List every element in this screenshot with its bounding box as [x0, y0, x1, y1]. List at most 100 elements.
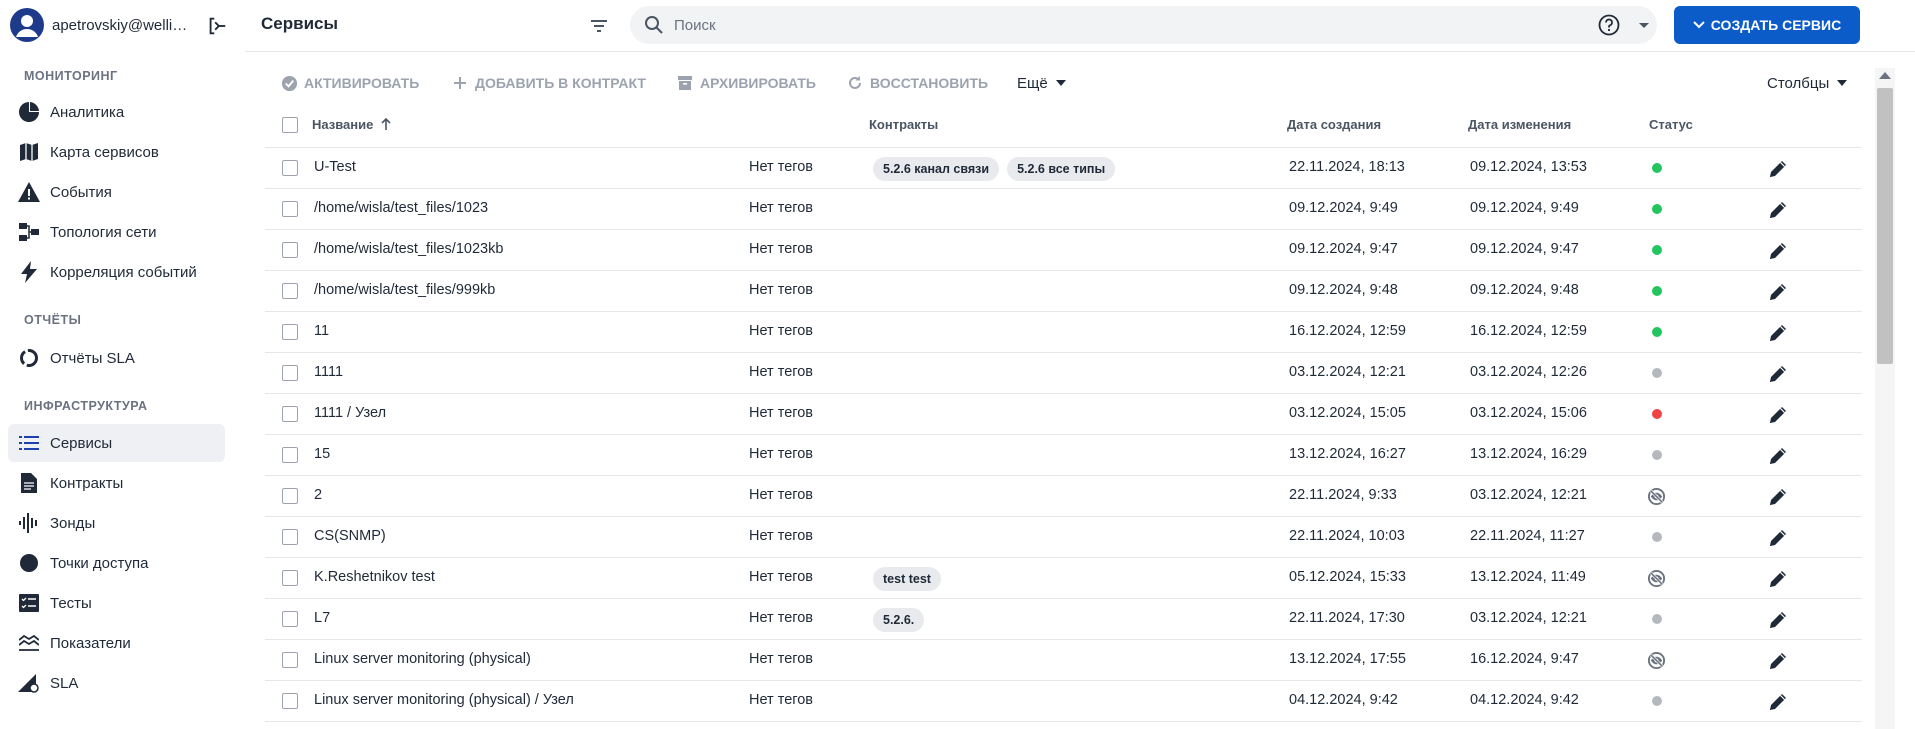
table-row[interactable]: /home/wisla/test_files/1023kb Нет тегов 09…	[265, 230, 1862, 271]
user-profile[interactable]: apetrovskiy@wellin...	[10, 8, 240, 42]
edit-pencil-icon[interactable]	[1767, 363, 1789, 385]
service-name[interactable]: 1111	[314, 364, 343, 380]
help-icon[interactable]	[1598, 14, 1620, 36]
row-checkbox[interactable]	[282, 324, 298, 340]
row-checkbox[interactable]	[282, 611, 298, 627]
table-row[interactable]: 2 Нет тегов 22.11.2024, 9:33 03.12.2024, 12…	[265, 476, 1862, 517]
sidebar-item-topology[interactable]: Топология сети	[8, 213, 225, 251]
service-name[interactable]: 2	[314, 487, 322, 503]
contract-chip[interactable]: 5.2.6 канал связи	[873, 157, 1000, 181]
avatar[interactable]	[10, 8, 44, 42]
column-header-modified[interactable]: Дата изменения	[1468, 117, 1571, 132]
logout-icon[interactable]	[206, 15, 228, 37]
columns-dropdown[interactable]: Столбцы	[1767, 68, 1848, 98]
sidebar-item-events[interactable]: События	[8, 173, 225, 211]
edit-pencil-icon[interactable]	[1767, 568, 1789, 590]
edit-pencil-icon[interactable]	[1767, 158, 1789, 180]
search-input[interactable]	[674, 12, 1574, 38]
service-name[interactable]: K.Reshetnikov test	[314, 569, 435, 585]
table-row[interactable]: L7 Нет тегов 5.2.6. 22.11.2024, 17:30 03.12.…	[265, 599, 1862, 640]
service-name[interactable]: /home/wisla/test_files/1023	[314, 200, 488, 216]
caret-down-icon	[1055, 80, 1066, 86]
sidebar-item-probes[interactable]: Зонды	[8, 504, 225, 542]
table-row[interactable]: 11 Нет тегов 16.12.2024, 12:59 16.12.2024, …	[265, 312, 1862, 353]
scrollbar-thumb[interactable]	[1877, 88, 1893, 364]
edit-pencil-icon[interactable]	[1767, 609, 1789, 631]
row-checkbox[interactable]	[282, 488, 298, 504]
edit-pencil-icon[interactable]	[1767, 445, 1789, 467]
sidebar-item-contracts[interactable]: Контракты	[8, 464, 225, 502]
sidebar-item-metrics[interactable]: Показатели	[8, 624, 225, 662]
column-header-created[interactable]: Дата создания	[1287, 117, 1381, 132]
row-checkbox[interactable]	[282, 406, 298, 422]
activate-button[interactable]: АКТИВИРОВАТЬ	[280, 68, 419, 98]
service-name[interactable]: 11	[314, 323, 329, 339]
row-checkbox[interactable]	[282, 365, 298, 381]
row-checkbox[interactable]	[282, 201, 298, 217]
service-name[interactable]: 15	[314, 446, 330, 462]
row-checkbox[interactable]	[282, 283, 298, 299]
table-row[interactable]: 1111 / Узел Нет тегов 03.12.2024, 15:05 03.…	[265, 394, 1862, 435]
table-row[interactable]: 1111 Нет тегов 03.12.2024, 12:21 03.12.2024…	[265, 353, 1862, 394]
column-header-name[interactable]: Название	[312, 117, 391, 133]
sidebar-item-services[interactable]: Сервисы	[8, 424, 225, 462]
sidebar-item-access-points[interactable]: Точки доступа	[8, 544, 225, 582]
edit-pencil-icon[interactable]	[1767, 322, 1789, 344]
sla-icon	[18, 672, 40, 694]
more-actions-dropdown[interactable]: Ещё	[1017, 68, 1066, 98]
column-header-contracts[interactable]: Контракты	[869, 117, 938, 132]
row-checkbox[interactable]	[282, 693, 298, 709]
edit-pencil-icon[interactable]	[1767, 240, 1789, 262]
service-name[interactable]: U-Test	[314, 159, 356, 175]
row-checkbox[interactable]	[282, 570, 298, 586]
edit-pencil-icon[interactable]	[1767, 527, 1789, 549]
service-name[interactable]: Linux server monitoring (physical) / Узе…	[314, 692, 574, 708]
service-name[interactable]: CS(SNMP)	[314, 528, 386, 544]
edit-pencil-icon[interactable]	[1767, 199, 1789, 221]
contract-chip[interactable]: 5.2.6 все типы	[1007, 157, 1116, 181]
row-checkbox[interactable]	[282, 652, 298, 668]
filter-icon[interactable]	[587, 14, 611, 38]
add-to-contract-button[interactable]: ДОБАВИТЬ В КОНТРАКТ	[451, 68, 646, 98]
sidebar-item-analytics[interactable]: Аналитика	[8, 93, 225, 131]
table-row[interactable]: K.Reshetnikov test Нет тегов test test 05.1…	[265, 558, 1862, 599]
row-checkbox[interactable]	[282, 447, 298, 463]
edit-pencil-icon[interactable]	[1767, 404, 1789, 426]
row-checkbox[interactable]	[282, 242, 298, 258]
archive-button[interactable]: АРХИВИРОВАТЬ	[676, 68, 816, 98]
table-row[interactable]: Linux server monitoring (physical) Нет те…	[265, 640, 1862, 681]
row-checkbox[interactable]	[282, 160, 298, 176]
table-row[interactable]: CS(SNMP) Нет тегов 22.11.2024, 10:03 22.11.…	[265, 517, 1862, 558]
create-service-button[interactable]: СОЗДАТЬ СЕРВИС	[1674, 6, 1860, 44]
table-row[interactable]: /home/wisla/test_files/1023 Нет тегов 09.1…	[265, 189, 1862, 230]
sidebar-item-sla-reports[interactable]: Отчёты SLA	[8, 339, 225, 377]
search-options-caret-icon[interactable]	[1634, 15, 1654, 35]
contract-chip[interactable]: test test	[873, 567, 941, 591]
restore-button[interactable]: ВОССТАНОВИТЬ	[846, 68, 988, 98]
sidebar-item-service-map[interactable]: Карта сервисов	[8, 133, 225, 171]
sidebar-item-event-correlation[interactable]: Корреляция событий	[8, 253, 225, 291]
column-header-status[interactable]: Статус	[1649, 117, 1693, 132]
sidebar-item-tests[interactable]: Тесты	[8, 584, 225, 622]
modified-date: 09.12.2024, 9:47	[1470, 241, 1579, 257]
row-checkbox[interactable]	[282, 529, 298, 545]
contract-chip[interactable]: 5.2.6.	[873, 608, 925, 632]
table-row[interactable]: /home/wisla/test_files/999kb Нет тегов 09.…	[265, 271, 1862, 312]
service-name[interactable]: Linux server monitoring (physical)	[314, 651, 531, 667]
table-row[interactable]: U-Test Нет тегов 5.2.6 канал связи 5.2.6 вс…	[265, 148, 1862, 189]
select-all-checkbox[interactable]	[282, 117, 298, 133]
service-name[interactable]: 1111 / Узел	[314, 405, 386, 421]
table-row[interactable]: 15 Нет тегов 13.12.2024, 16:27 13.12.2024, …	[265, 435, 1862, 476]
service-name[interactable]: /home/wisla/test_files/1023kb	[314, 241, 503, 257]
table-row[interactable]: Linux server monitoring (physical) / Узе…	[265, 681, 1862, 722]
tags-cell: Нет тегов	[749, 610, 814, 626]
edit-pencil-icon[interactable]	[1767, 691, 1789, 713]
edit-pencil-icon[interactable]	[1767, 486, 1789, 508]
sidebar-item-sla[interactable]: SLA	[8, 664, 225, 702]
edit-pencil-icon[interactable]	[1767, 281, 1789, 303]
scroll-up-arrow-icon[interactable]	[1879, 72, 1891, 79]
service-name[interactable]: /home/wisla/test_files/999kb	[314, 282, 495, 298]
edit-pencil-icon[interactable]	[1767, 650, 1789, 672]
bolt-icon	[18, 261, 40, 283]
service-name[interactable]: L7	[314, 610, 330, 626]
